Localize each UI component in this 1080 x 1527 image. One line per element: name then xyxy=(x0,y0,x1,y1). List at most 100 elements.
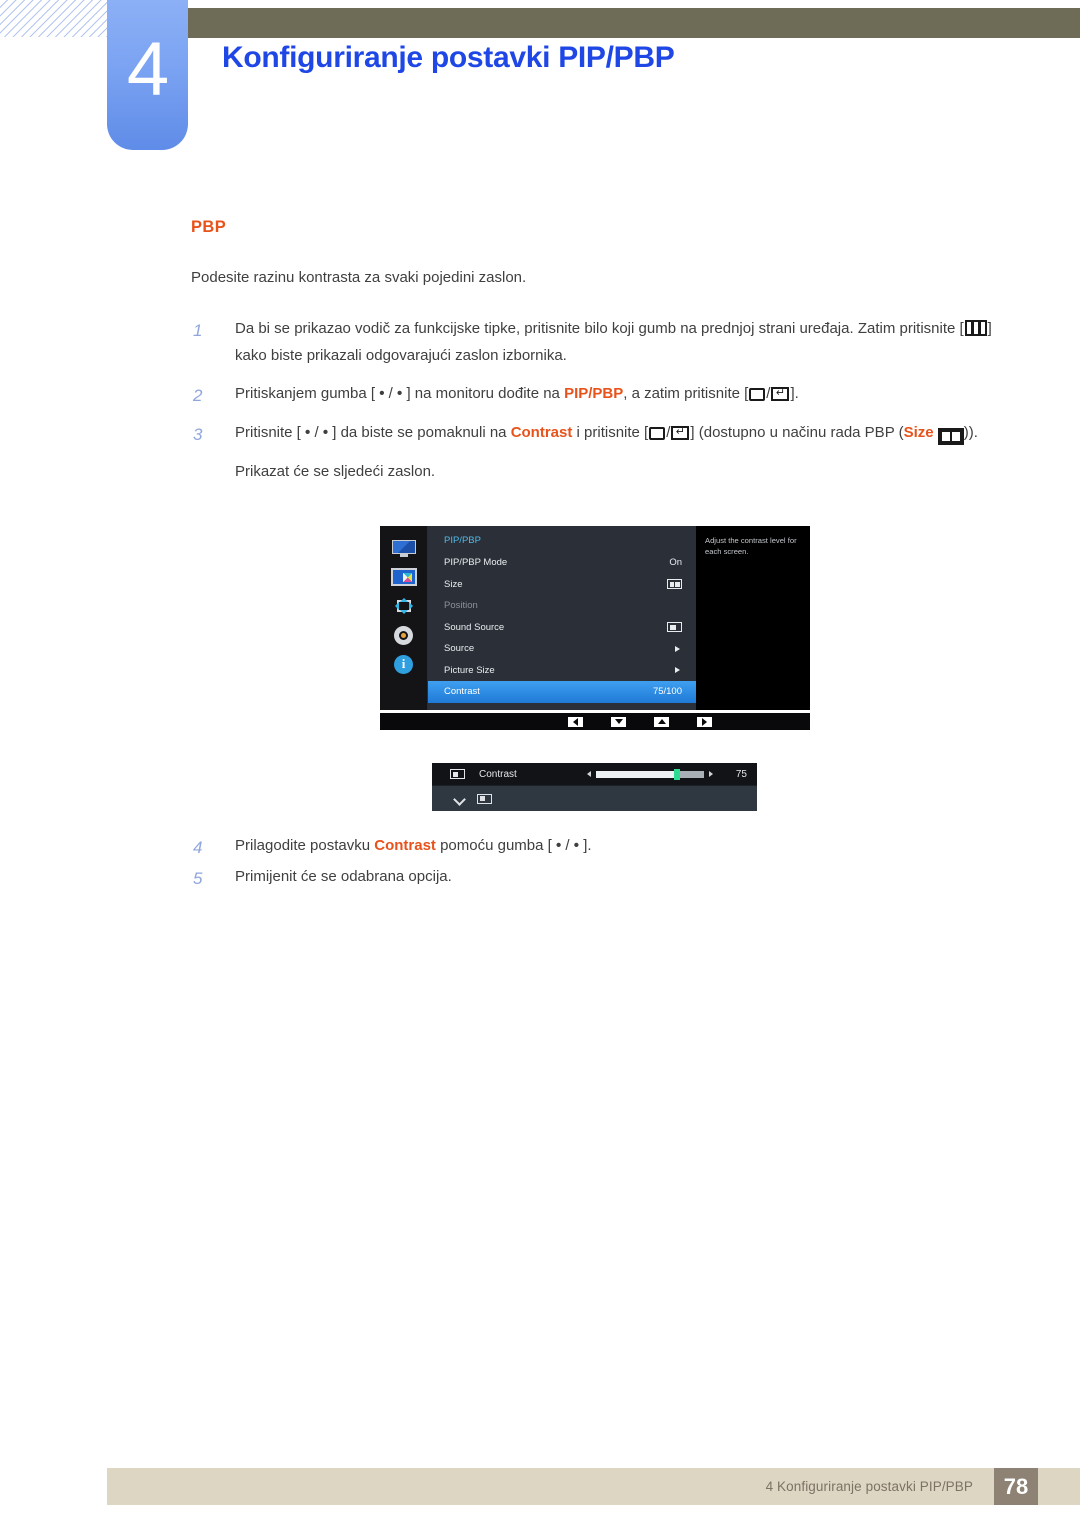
step-item-2: 2 Pritiskanjem gumba [ • / • ] na monito… xyxy=(191,381,1011,408)
up-arrow-icon[interactable] xyxy=(654,716,669,727)
chapter-number: 4 xyxy=(126,27,169,112)
osd-row-value: 75/100 xyxy=(652,686,682,698)
step-text-part: / xyxy=(384,385,398,403)
osd-navigation-bar xyxy=(380,713,810,730)
step-text-part: / xyxy=(561,837,574,854)
contrast-slider-label: Contrast xyxy=(479,768,517,780)
steps-list: 1 Da bi se prikazao vodič za funkcijske … xyxy=(191,316,1011,447)
keyword-size: Size xyxy=(903,424,934,442)
osd-row-position: Position xyxy=(428,595,696,617)
back-key-icon xyxy=(649,427,666,441)
step-text-part: Pritiskanjem gumba [ xyxy=(235,385,380,403)
enter-key-icon xyxy=(671,426,690,441)
osd-row-label: Picture Size xyxy=(444,664,495,676)
step-item-4: 4 Prilagodite postavku Contrast pomoću g… xyxy=(191,833,1011,860)
screen-select-icon[interactable] xyxy=(477,793,492,804)
contrast-slider-value: 75 xyxy=(735,768,747,780)
chevron-right-icon xyxy=(675,645,680,652)
osd-row-label: PIP/PBP Mode xyxy=(444,557,508,569)
back-key-icon xyxy=(749,388,766,402)
osd-figure: i PIP/PBP PIP/PBP Mode On Size Position … xyxy=(380,526,810,811)
step-text-part: ]. xyxy=(790,385,799,403)
contrast-slider-track[interactable] xyxy=(596,768,704,780)
step-number: 3 xyxy=(193,425,203,445)
increase-arrow-icon[interactable] xyxy=(709,771,713,777)
step-text-part: )). xyxy=(963,424,978,442)
content-area-bottom: 4 Prilagodite postavku Contrast pomoću g… xyxy=(191,833,1011,902)
osd-sidebar: i xyxy=(380,526,428,710)
step-text-part: i pritisnite [ xyxy=(572,424,649,442)
contrast-slider-bar: Contrast 75 xyxy=(432,763,757,785)
down-arrow-icon[interactable] xyxy=(611,716,626,727)
menu-key-icon xyxy=(964,320,987,336)
step-text-part: Prilagodite postavku xyxy=(235,837,375,854)
info-icon[interactable]: i xyxy=(391,654,417,674)
position-icon[interactable] xyxy=(391,596,417,616)
osd-row-label: Contrast xyxy=(444,686,480,698)
slider-fill xyxy=(596,770,677,778)
step-text-part: Pritisnite [ xyxy=(235,424,306,442)
osd-menu-panel: PIP/PBP PIP/PBP Mode On Size Position So… xyxy=(428,526,696,710)
step-text-part: , a zatim pritisnite [ xyxy=(623,385,749,403)
left-arrow-icon[interactable] xyxy=(568,716,583,727)
step-number: 5 xyxy=(193,868,203,888)
osd-slider-subbar xyxy=(432,785,757,811)
pip-pbp-icon[interactable] xyxy=(390,567,417,587)
step-item-1: 1 Da bi se prikazao vodič za funkcijske … xyxy=(191,316,1011,369)
osd-row-sound-source[interactable]: Sound Source xyxy=(428,617,696,639)
section-title: PBP xyxy=(191,218,227,236)
section-lead-text: Podesite razinu kontrasta za svaki pojed… xyxy=(191,269,527,286)
gear-icon[interactable] xyxy=(391,625,417,645)
step-number: 2 xyxy=(193,386,203,406)
osd-row-contrast[interactable]: Contrast 75/100 xyxy=(428,681,696,703)
osd-row-source[interactable]: Source xyxy=(428,638,696,660)
split-screen-icon xyxy=(667,579,682,590)
keyword-contrast: Contrast xyxy=(510,424,573,442)
pbp-split-icon xyxy=(937,428,964,446)
step-text-part: Da bi se prikazao vodič za funkcijske ti… xyxy=(235,320,964,337)
step-text-part: / xyxy=(310,424,323,442)
step-number: 4 xyxy=(193,838,203,857)
osd-row-label: Position xyxy=(444,600,478,612)
osd-row-label: Sound Source xyxy=(444,621,505,633)
step-text-part: ]. xyxy=(579,837,592,854)
decorative-hatch-pattern xyxy=(0,0,107,37)
osd-slider-figure: Contrast 75 xyxy=(432,763,757,811)
step-text-part: pomoću gumba [ xyxy=(435,837,556,854)
header-olive-bar xyxy=(188,8,1080,38)
osd-row-size[interactable]: Size xyxy=(428,574,696,596)
keyword-pip-pbp: PIP/PBP xyxy=(564,385,624,403)
chapter-badge: 4 xyxy=(107,0,188,150)
decrease-arrow-icon[interactable] xyxy=(587,771,591,777)
osd-menu-title: PIP/PBP xyxy=(444,535,481,546)
footer-label: 4 Konfiguriranje postavki PIP/PBP xyxy=(765,1479,973,1494)
steps-list-bottom: 4 Prilagodite postavku Contrast pomoću g… xyxy=(191,833,1011,890)
contrast-screen-icon xyxy=(450,769,465,779)
step-text-part: Primijenit će se odabrana opcija. xyxy=(235,867,452,885)
osd-row-label: Size xyxy=(444,578,463,590)
step-text-part: ] (dostupno u načinu rada PBP ( xyxy=(690,424,904,442)
slider-knob[interactable] xyxy=(674,768,680,780)
step-number: 1 xyxy=(193,321,203,340)
step-text-part: ] na monitoru dođite na xyxy=(402,385,565,403)
osd-description-panel: Adjust the contrast level for each scree… xyxy=(696,526,810,710)
monitor-icon[interactable] xyxy=(391,538,417,558)
osd-row-pip-pbp-mode[interactable]: PIP/PBP Mode On xyxy=(428,552,696,574)
step-text-part: / xyxy=(766,385,771,403)
right-arrow-icon[interactable] xyxy=(697,716,712,727)
chevron-right-icon xyxy=(675,667,680,674)
keyword-contrast: Contrast xyxy=(374,837,436,854)
osd-row-label: Source xyxy=(444,643,475,655)
content-area: PBP Podesite razinu kontrasta za svaki p… xyxy=(191,218,1011,499)
chevron-down-icon[interactable] xyxy=(454,795,465,802)
osd-row-picture-size[interactable]: Picture Size xyxy=(428,660,696,682)
step-item-5: 5 Primijenit će se odabrana opcija. xyxy=(191,864,1011,891)
osd-row-value: On xyxy=(669,557,682,569)
step-item-3: 3 Pritisnite [ • / • ] da biste se pomak… xyxy=(191,420,1011,447)
step-text-part: / xyxy=(666,424,671,442)
page-title: Konfiguriranje postavki PIP/PBP xyxy=(222,41,675,74)
subnote-text: Prikazat će se sljedeći zaslon. xyxy=(235,462,436,480)
osd-menu-window: i PIP/PBP PIP/PBP Mode On Size Position … xyxy=(380,526,810,710)
page-number: 78 xyxy=(994,1468,1038,1505)
sound-source-icon xyxy=(667,622,682,633)
